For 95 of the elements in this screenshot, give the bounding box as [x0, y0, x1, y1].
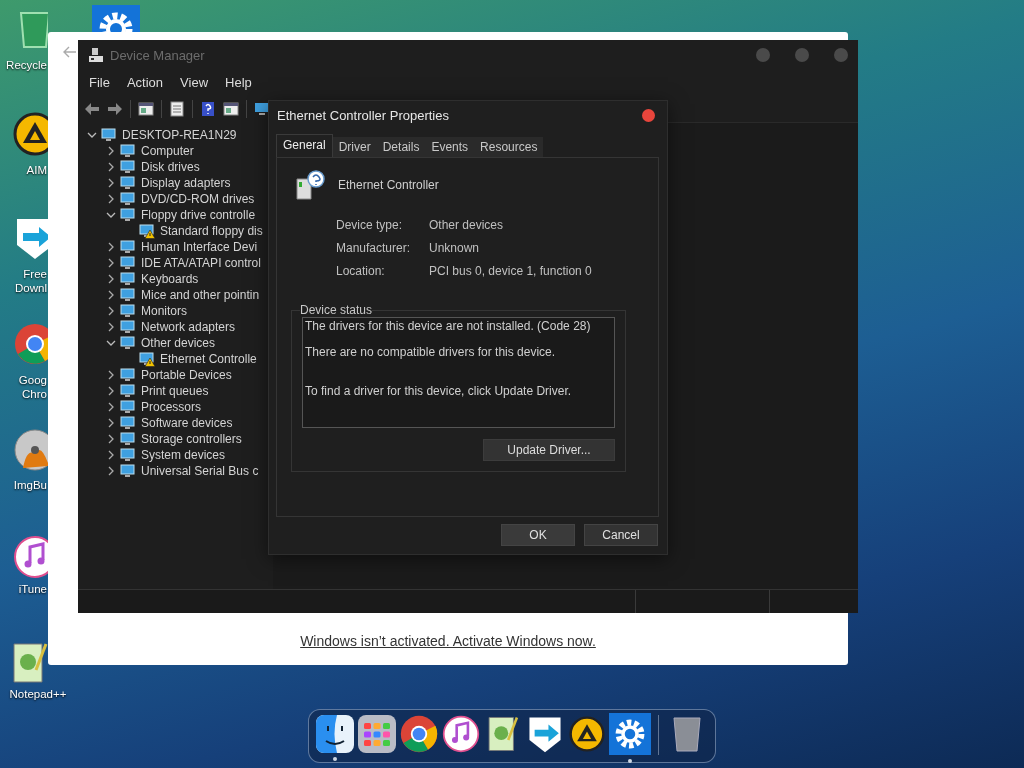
triangle-logo-icon[interactable]: [569, 716, 605, 752]
chevron-right-icon[interactable]: [106, 466, 116, 476]
tab[interactable]: Resources: [474, 137, 544, 157]
chevron-right-icon[interactable]: [106, 146, 116, 156]
chevron-right-icon[interactable]: [106, 322, 116, 332]
tree-item[interactable]: Human Interface Devi: [141, 240, 258, 254]
tree-item[interactable]: Software devices: [141, 416, 233, 430]
chevron-down-icon[interactable]: [106, 210, 116, 220]
chevron-right-icon[interactable]: [106, 386, 116, 396]
tree-item[interactable]: Floppy drive controlle: [141, 208, 256, 222]
computer-icon: [88, 47, 104, 63]
tree-item[interactable]: IDE ATA/ATAPI control: [141, 256, 261, 270]
dialog-button[interactable]: OK: [501, 524, 575, 546]
trash-icon[interactable]: [672, 715, 702, 753]
chevron-right-icon[interactable]: [106, 194, 116, 204]
help-icon[interactable]: [200, 100, 216, 117]
tree-item[interactable]: Mice and other pointin: [141, 288, 260, 302]
menu-item[interactable]: Action: [126, 75, 164, 90]
tree-item[interactable]: DESKTOP-REA1N29: [122, 128, 237, 142]
desktop-icon-label[interactable]: iTune: [18, 582, 47, 596]
activation-link[interactable]: Windows isn’t activated. Activate Windows now.: [300, 633, 596, 649]
tree-item[interactable]: Network adapters: [141, 320, 236, 334]
dialog-title: Ethernet Controller Properties: [277, 107, 449, 123]
app-grid-icon[interactable]: [358, 715, 396, 753]
ring-logo-icon[interactable]: [399, 714, 439, 754]
desktop-icon-label[interactable]: Free Downl: [0, 267, 47, 295]
update-driver-button[interactable]: Update Driver...: [483, 439, 615, 461]
chevron-right-icon[interactable]: [106, 290, 116, 300]
tab[interactable]: Details: [376, 137, 426, 157]
chevron-right-icon[interactable]: [106, 450, 116, 460]
tree-item[interactable]: System devices: [141, 448, 226, 462]
window-icon[interactable]: [138, 100, 154, 117]
chevron-right-icon[interactable]: [106, 258, 116, 268]
desktop-icon-label[interactable]: Goog Chro: [0, 373, 47, 401]
property-value: PCI bus 0, device 1, function 0: [429, 264, 593, 278]
tree-item[interactable]: Display adapters: [141, 176, 231, 190]
forward-arrow-icon[interactable]: [107, 100, 123, 117]
tree-item[interactable]: Processors: [141, 400, 202, 414]
chevron-right-icon[interactable]: [106, 306, 116, 316]
tab[interactable]: General: [276, 134, 333, 157]
music-note-icon[interactable]: [442, 715, 480, 753]
tab[interactable]: Events: [425, 137, 475, 157]
dialog-button[interactable]: Cancel: [584, 524, 658, 546]
chevron-right-icon[interactable]: [106, 178, 116, 188]
desktop-icon-label[interactable]: Notepad++: [9, 687, 67, 701]
property-label: Manufacturer:: [336, 241, 412, 255]
desktop-icon-label[interactable]: AIM: [26, 163, 47, 177]
window-title: Device Manager: [110, 47, 205, 63]
chevron-right-icon[interactable]: [106, 370, 116, 380]
tree-item[interactable]: Portable Devices: [141, 368, 232, 382]
property-label: Location:: [336, 264, 386, 278]
monitor-icon[interactable]: [254, 100, 270, 117]
chevron-right-icon[interactable]: [106, 402, 116, 412]
face-icon[interactable]: [316, 715, 354, 753]
chevron-right-icon[interactable]: [106, 434, 116, 444]
property-value: Unknown: [429, 241, 481, 255]
desktop-icon-label[interactable]: Recycle: [6, 58, 47, 72]
document-icon[interactable]: [169, 100, 185, 117]
chevron-right-icon[interactable]: [106, 242, 116, 252]
status-line: To find a driver for this device, click Update Driver.: [305, 384, 573, 398]
tree-item[interactable]: Ethernet Controlle: [160, 352, 257, 366]
menu-item[interactable]: View: [180, 75, 209, 90]
chevron-right-icon[interactable]: [106, 418, 116, 428]
tree-item[interactable]: Universal Serial Bus c: [141, 464, 259, 478]
tree-item[interactable]: Print queues: [141, 384, 209, 398]
chevron-down-icon[interactable]: [87, 130, 97, 140]
group-label: Device status: [300, 303, 373, 317]
chevron-down-icon[interactable]: [106, 338, 116, 348]
status-text-field[interactable]: The drivers for this device are not installed. (Code 28) There are no compatible drivers for this device. To find a driver for this device, click Update Driver.: [302, 317, 615, 428]
chevron-right-icon[interactable]: [106, 274, 116, 284]
tree-item[interactable]: Disk drives: [141, 160, 200, 174]
notepad-icon[interactable]: [485, 714, 521, 754]
tree-item[interactable]: Keyboards: [141, 272, 199, 286]
tree-item[interactable]: Storage controllers: [141, 432, 242, 446]
chevron-right-icon[interactable]: [106, 162, 116, 172]
tree-item[interactable]: Computer: [141, 144, 194, 158]
tree-item[interactable]: DVD/CD-ROM drives: [141, 192, 255, 206]
close-button[interactable]: [642, 108, 655, 122]
status-line: The drivers for this device are not installed. (Code 28): [305, 319, 592, 333]
menu-item[interactable]: File: [89, 75, 110, 90]
property-value: Other devices: [429, 218, 505, 232]
music-note-icon[interactable]: [13, 535, 48, 579]
device-name: Ethernet Controller: [338, 178, 439, 192]
tab[interactable]: Driver: [332, 137, 377, 157]
tree-item[interactable]: Monitors: [141, 304, 187, 318]
window-icon[interactable]: [223, 100, 239, 117]
desktop-icon-label[interactable]: ImgBu: [13, 478, 47, 492]
settings-icon[interactable]: [608, 713, 651, 755]
menu-item[interactable]: Help: [225, 75, 252, 90]
tree-item[interactable]: Standard floppy dis: [160, 224, 263, 238]
property-label: Device type:: [336, 218, 404, 232]
tree-item[interactable]: Other devices: [141, 336, 216, 350]
status-line: There are no compatible drivers for this device.: [305, 345, 557, 359]
notepad-icon[interactable]: [10, 640, 50, 686]
question-device-icon: [294, 169, 326, 201]
